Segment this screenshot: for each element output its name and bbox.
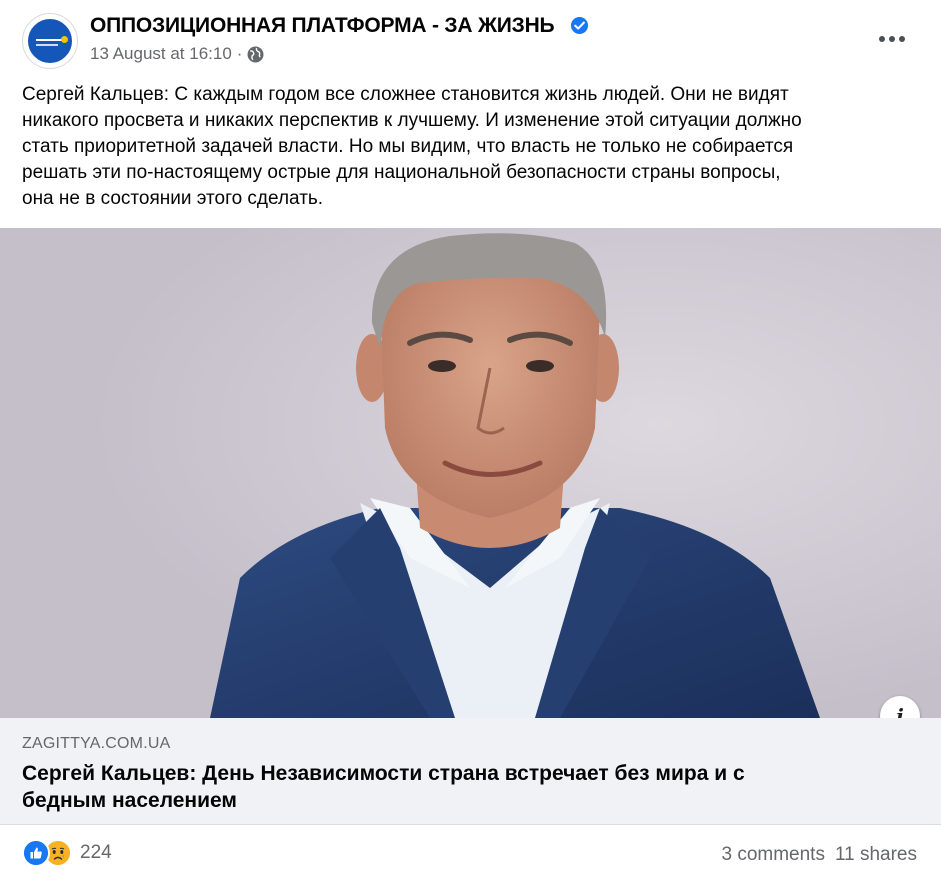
post-text-line: она не в состоянии этого сделать. bbox=[22, 188, 324, 209]
meta-separator: · bbox=[236, 44, 243, 63]
post-footer: 224 3 comments 11 shares bbox=[0, 825, 941, 881]
verified-badge-icon bbox=[570, 16, 589, 35]
post-text: Сергей Кальцев: С каждым годом все сложн… bbox=[22, 82, 922, 212]
more-dot bbox=[889, 36, 895, 42]
link-title[interactable]: Сергей Кальцев: День Независимости стран… bbox=[22, 760, 902, 814]
reactions-summary[interactable]: 224 bbox=[22, 839, 112, 867]
post-text-line: никакого просвета и никаких перспектив к… bbox=[22, 110, 802, 131]
page-logo-icon bbox=[26, 17, 74, 65]
globe-icon bbox=[248, 46, 264, 62]
post-header: ОППОЗИЦИОННАЯ ПЛАТФОРМА - ЗА ЖИЗНЬ 13 Au… bbox=[0, 0, 941, 80]
link-preview[interactable]: ZAGITTYA.COM.UA Сергей Кальцев: День Нез… bbox=[0, 718, 941, 825]
post-text-line: стать приоритетной задачей власти. Но мы… bbox=[22, 136, 794, 157]
link-title-line: бедным населением bbox=[22, 789, 237, 812]
more-options-button[interactable] bbox=[868, 22, 916, 56]
link-preview-image[interactable] bbox=[0, 228, 941, 718]
more-dot bbox=[899, 36, 905, 42]
engagement-stats: 3 comments 11 shares bbox=[721, 844, 917, 866]
reaction-count: 224 bbox=[80, 842, 112, 863]
link-title-line: Сергей Кальцев: День Независимости стран… bbox=[22, 762, 745, 785]
link-domain: ZAGITTYA.COM.UA bbox=[22, 735, 171, 752]
portrait-photo bbox=[0, 228, 941, 718]
comments-count-link[interactable]: 3 comments bbox=[721, 844, 824, 865]
like-icon bbox=[22, 839, 50, 867]
post-meta: 13 August at 16:10 · bbox=[90, 44, 264, 64]
page-name[interactable]: ОППОЗИЦИОННАЯ ПЛАТФОРМА - ЗА ЖИЗНЬ bbox=[90, 14, 555, 38]
post-timestamp[interactable]: 13 August at 16:10 bbox=[90, 44, 232, 64]
more-dot bbox=[879, 36, 885, 42]
shares-count-link[interactable]: 11 shares bbox=[835, 844, 917, 865]
page-avatar[interactable] bbox=[22, 13, 78, 69]
post-text-line: Сергей Кальцев: С каждым годом все сложн… bbox=[22, 84, 789, 105]
post-text-line: решать эти по-настоящему острые для наци… bbox=[22, 162, 781, 183]
